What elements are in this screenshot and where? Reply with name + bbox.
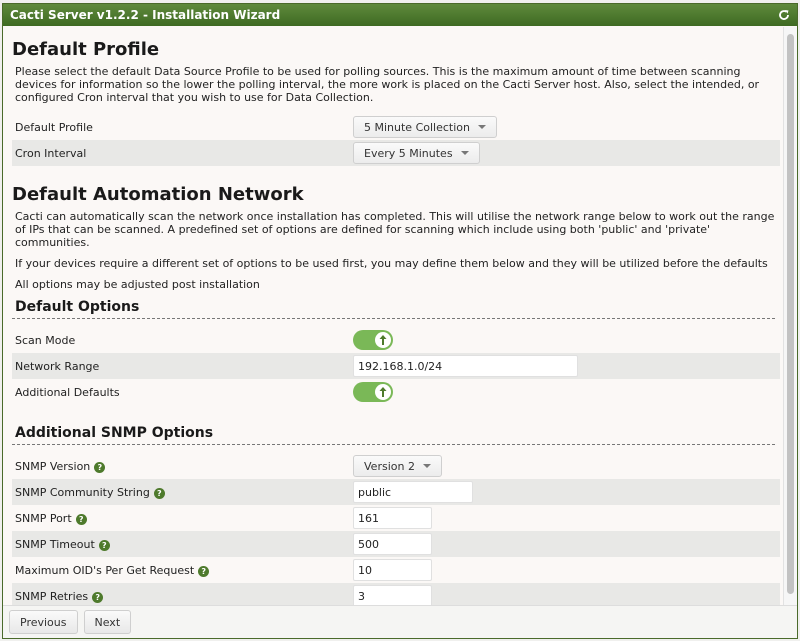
form-row-max-oids: Maximum OID's Per Get Request? [12,557,780,583]
help-icon[interactable]: ? [198,565,210,577]
network-range-input[interactable] [353,355,578,377]
automation-heading: Default Automation Network [12,184,304,205]
form-row-network-range: Network Range [12,353,780,379]
help-icon[interactable]: ? [94,461,106,473]
default-profile-description: Please select the default Data Source Pr… [15,65,760,104]
toggle-knob-icon [375,384,391,400]
help-icon[interactable]: ? [98,539,110,551]
default-options-header: Default Options [12,293,775,319]
chevron-down-icon [422,464,431,468]
snmp-options-heading: Additional SNMP Options [15,425,214,441]
snmp-options-header: Additional SNMP Options [12,419,775,445]
snmp-community-label: SNMP Community String [15,485,150,499]
scan-mode-label: Scan Mode [12,327,350,353]
form-row-additional-defaults: Additional Defaults [12,379,780,405]
snmp-version-label: SNMP Version [15,459,91,473]
form-row-snmp-port: SNMP Port? [12,505,780,531]
snmp-timeout-input[interactable] [353,533,432,555]
default-profile-select[interactable]: 5 Minute Collection [353,116,497,138]
installation-wizard-window: Cacti Server v1.2.2 - Installation Wizar… [2,3,798,639]
automation-paragraph-3: All options may be adjusted post install… [15,278,260,291]
snmp-retries-label: SNMP Retries [15,589,89,603]
default-profile-label: Default Profile [12,114,350,140]
wizard-content[interactable]: Default Profile Please select the defaul… [3,27,783,605]
snmp-version-value: Version 2 [364,459,415,473]
scan-mode-toggle[interactable] [353,330,393,350]
automation-paragraph-1: Cacti can automatically scan the network… [15,210,775,249]
cron-interval-select[interactable]: Every 5 Minutes [353,142,480,164]
window-title: Cacti Server v1.2.2 - Installation Wizar… [10,8,281,22]
chevron-down-icon [460,151,469,155]
form-row-snmp-timeout: SNMP Timeout? [12,531,780,557]
network-range-label: Network Range [12,353,350,379]
title-bar: Cacti Server v1.2.2 - Installation Wizar… [3,4,797,26]
content-scrollbar-thumb[interactable] [787,34,794,594]
additional-defaults-label: Additional Defaults [12,379,350,405]
snmp-retries-input[interactable] [353,585,432,605]
snmp-port-label: SNMP Port [15,511,72,525]
form-row-snmp-community: SNMP Community String? [12,479,780,505]
cron-interval-label: Cron Interval [12,140,350,166]
default-profile-value: 5 Minute Collection [364,120,470,134]
previous-button[interactable]: Previous [9,610,78,634]
help-icon[interactable]: ? [153,487,165,499]
automation-paragraph-2: If your devices require a different set … [15,257,768,270]
next-button[interactable]: Next [83,610,132,634]
refresh-icon[interactable] [777,8,791,22]
additional-defaults-toggle[interactable] [353,382,393,402]
cron-interval-value: Every 5 Minutes [364,146,453,160]
snmp-options-form: SNMP Version? Version 2 SNMP Community S… [12,453,780,605]
form-row-scan-mode: Scan Mode [12,327,780,353]
form-row-default-profile: Default Profile 5 Minute Collection [12,114,780,140]
chevron-down-icon [477,125,486,129]
help-icon[interactable]: ? [75,513,87,525]
help-icon[interactable]: ? [92,591,104,603]
form-row-snmp-version: SNMP Version? Version 2 [12,453,780,479]
form-row-cron-interval: Cron Interval Every 5 Minutes [12,140,780,166]
snmp-port-input[interactable] [353,507,432,529]
wizard-footer: Previous Next [3,605,797,638]
toggle-knob-icon [375,332,391,348]
default-options-heading: Default Options [15,299,140,315]
default-options-form: Scan Mode Network Range Additional Defau… [12,327,780,405]
default-profile-heading: Default Profile [12,39,160,60]
default-profile-form: Default Profile 5 Minute Collection Cron… [12,114,780,166]
snmp-timeout-label: SNMP Timeout [15,537,95,551]
max-oids-input[interactable] [353,559,432,581]
max-oids-label: Maximum OID's Per Get Request [15,563,195,577]
snmp-community-input[interactable] [353,481,473,503]
snmp-version-select[interactable]: Version 2 [353,455,442,477]
form-row-snmp-retries: SNMP Retries? [12,583,780,605]
